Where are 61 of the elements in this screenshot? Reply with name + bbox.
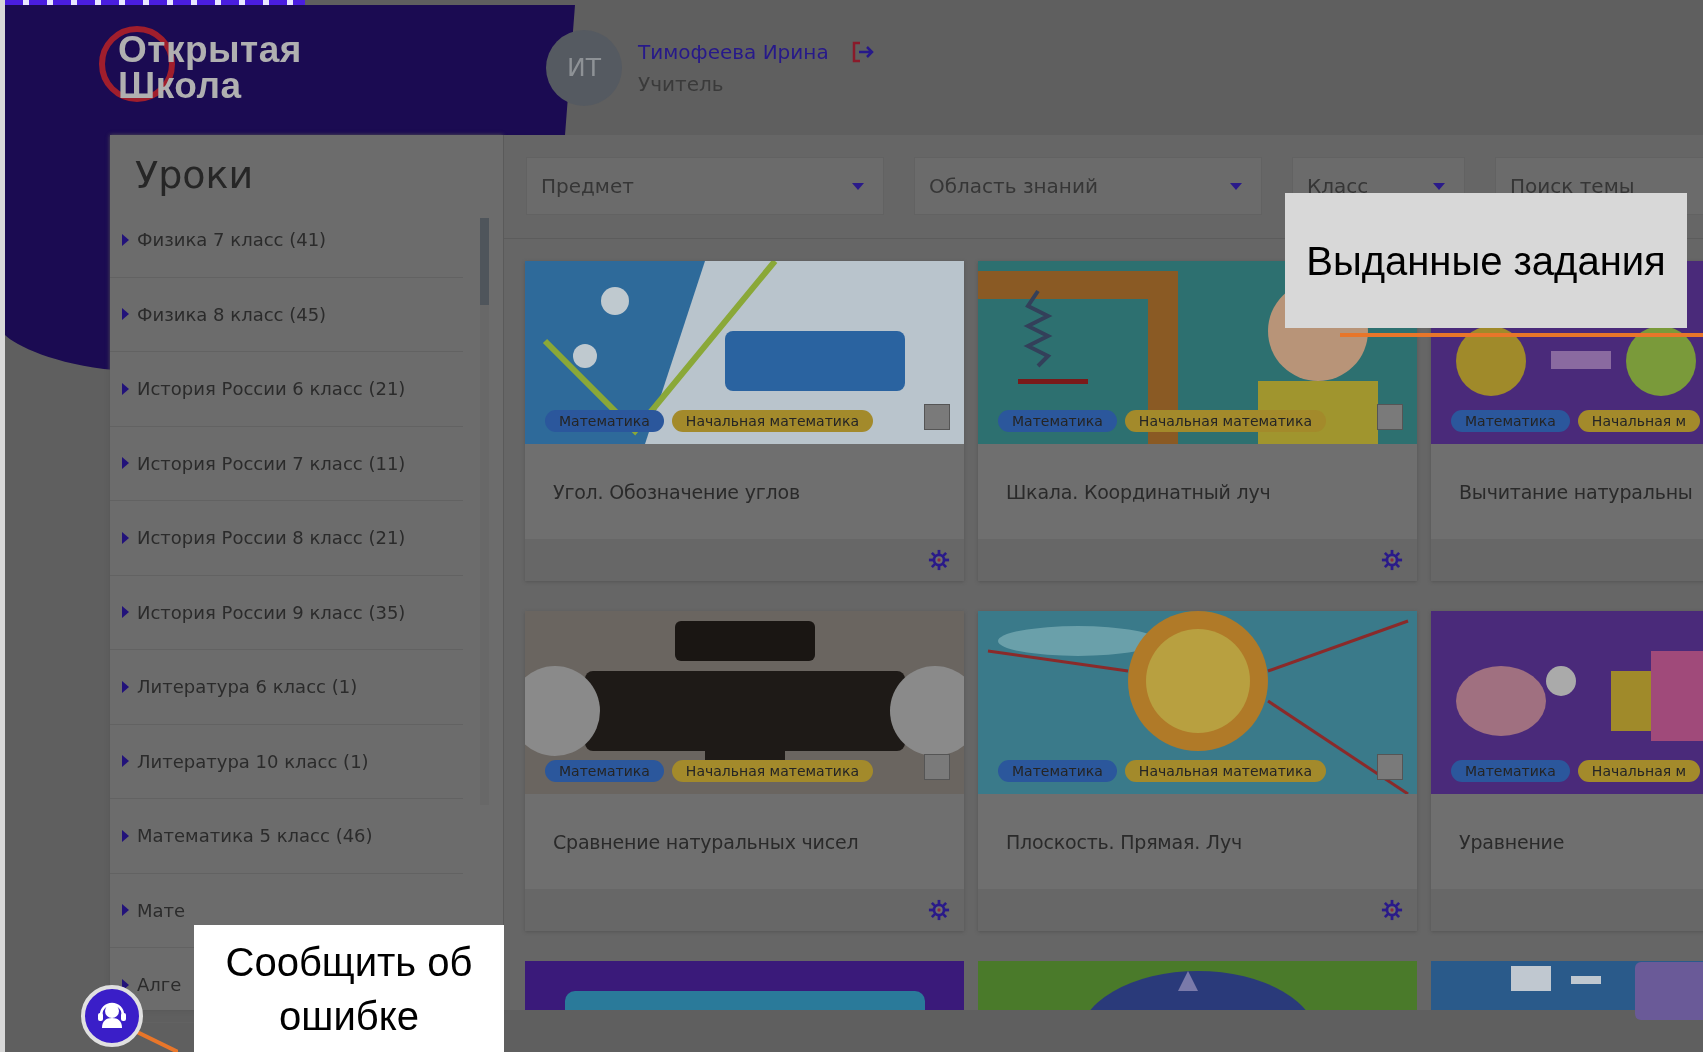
expand-icon (122, 904, 129, 917)
subject-tag: Начальная математика (1124, 760, 1326, 782)
select-checkbox[interactable] (924, 754, 950, 780)
select-checkbox[interactable] (1377, 754, 1403, 780)
lesson-group-item[interactable]: История России 8 класс (21) (110, 501, 463, 576)
scrollbar[interactable] (480, 218, 489, 805)
hint-tooltip: Сообщить об ошибке (194, 925, 504, 1052)
expand-icon (122, 531, 129, 544)
floating-button[interactable] (1635, 962, 1703, 1020)
subject-tag: Математика (1451, 410, 1570, 432)
lesson-card[interactable]: Математика Начальная м Уравнение (1431, 611, 1703, 931)
lesson-group-item[interactable]: История России 9 класс (35) (110, 575, 463, 650)
expand-icon (122, 755, 129, 768)
expand-icon (122, 606, 129, 619)
subject-tag: Математика (545, 410, 664, 432)
expand-icon (122, 233, 129, 246)
settings-icon[interactable] (928, 899, 950, 921)
lesson-card[interactable]: Математика Начальная математика Сравнение натуральных чисел (525, 611, 964, 931)
expand-icon (122, 308, 129, 321)
select-checkbox[interactable] (924, 404, 950, 430)
card-title: Сравнение натуральных чисел (552, 829, 860, 855)
logout-icon[interactable] (850, 40, 875, 63)
card-title: Угол. Обозначение углов (552, 479, 801, 505)
subject-tag: Математика (998, 760, 1117, 782)
card-title: Вычитание натуральны (1458, 479, 1694, 505)
lesson-group-item[interactable]: История России 7 класс (11) (110, 426, 463, 501)
lesson-group-item[interactable]: Физика 7 класс (41) (110, 203, 463, 278)
expand-icon (122, 829, 129, 842)
card-title: Шкала. Координатный луч (1005, 479, 1272, 505)
avatar[interactable]: ИТ (546, 29, 622, 106)
card-title: Плоскость. Прямая. Луч (1005, 829, 1243, 855)
lesson-group-item[interactable]: Математика 5 класс (46) (110, 799, 463, 874)
dropdown-arrow-icon (1230, 183, 1242, 190)
lesson-card[interactable]: Математика Начальная математика Плоскость. Прямая. Луч (978, 611, 1417, 931)
subject-tag: Начальная математика (671, 410, 873, 432)
dropdown-arrow-icon (1433, 183, 1445, 190)
subject-tag: Начальная м (1577, 760, 1701, 782)
lesson-group-item[interactable]: История России 6 класс (21) (110, 352, 463, 427)
select-checkbox[interactable] (1377, 404, 1403, 430)
settings-icon[interactable] (1381, 549, 1403, 571)
settings-icon[interactable] (1381, 899, 1403, 921)
dropdown-arrow-icon (852, 183, 864, 190)
subject-tag: Начальная математика (671, 760, 873, 782)
expand-icon (122, 457, 129, 470)
card-title: Уравнение (1458, 829, 1566, 855)
subject-tag: Математика (998, 410, 1117, 432)
hint-tooltip: Выданные задания (1285, 193, 1687, 328)
subject-tag: Начальная м (1577, 410, 1701, 432)
subject-tag: Математика (545, 760, 664, 782)
user-name[interactable]: Тимофеева Ирина (638, 39, 829, 64)
lesson-group-item[interactable]: Физика 8 класс (45) (110, 277, 463, 352)
lesson-group-item[interactable]: Литература 10 класс (1) (110, 724, 463, 799)
subject-tag: Начальная математика (1124, 410, 1326, 432)
panel-title: Уроки (134, 152, 255, 199)
scrollbar-thumb[interactable] (480, 218, 489, 305)
lesson-group-item[interactable]: Литература 6 класс (1) (110, 650, 463, 725)
lesson-card[interactable]: Математика Начальная математика Угол. Обозначение углов (525, 261, 964, 581)
subject-tag: Математика (1451, 760, 1570, 782)
expand-icon (122, 680, 129, 693)
expand-icon (122, 382, 129, 395)
settings-icon[interactable] (928, 549, 950, 571)
